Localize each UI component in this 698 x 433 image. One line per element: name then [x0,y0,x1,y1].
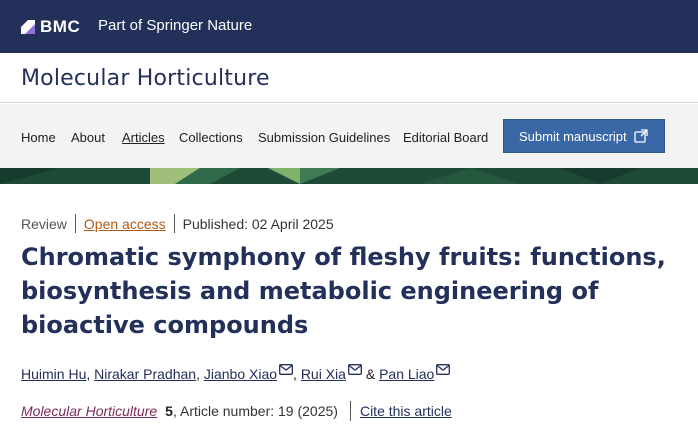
author-link[interactable]: Jianbo Xiao [204,366,277,382]
article-title: Chromatic symphony of fleshy fruits: fun… [21,243,666,339]
nav-submission-guidelines[interactable]: Submission Guidelines [258,130,390,146]
author-separator: , [293,366,301,382]
external-link-icon [634,129,648,143]
springer-nature-link[interactable]: Part of Springer Nature [98,17,252,35]
author-link[interactable]: Huimin Hu [21,366,86,382]
journal-nav: Home About Articles Collections Submissi… [0,104,698,168]
nav-about[interactable]: About [71,130,105,146]
mail-icon[interactable] [348,361,362,375]
meta-divider [74,214,76,233]
author-separator: & [361,366,380,382]
author-separator: , [196,366,204,382]
nav-home[interactable]: Home [21,130,56,146]
open-access-link[interactable]: Open access [84,215,166,233]
article-meta: Review Open access Published: 02 April 2… [21,214,334,233]
citation-article-number: , Article number: 19 (2025) [172,403,338,419]
citation-journal-link[interactable]: Molecular Horticulture [21,402,157,420]
mail-icon[interactable] [436,361,451,375]
journal-band: Molecular Horticulture [0,53,698,103]
citation-volume: 5 [165,403,173,419]
submit-manuscript-label: Submit manuscript [519,128,627,144]
author-link[interactable]: Pan Liao [379,366,434,382]
author-list: Huimin Hu, Nirakar Pradhan, Jianbo Xiao,… [21,361,451,383]
author-link[interactable]: Rui Xia [301,366,346,382]
banner-pattern [0,168,698,184]
nav-editorial-board[interactable]: Editorial Board [403,130,488,146]
nav-articles[interactable]: Articles [122,130,165,146]
citation-line: Molecular Horticulture 5 , Article numbe… [21,401,452,421]
decorative-banner [0,168,698,184]
mail-icon[interactable] [279,361,293,375]
bmc-logo[interactable]: BMC [21,17,80,37]
author-link[interactable]: Nirakar Pradhan [94,366,196,382]
author-separator: , [86,366,95,382]
meta-divider [173,214,175,233]
cite-this-article-link[interactable]: Cite this article [360,402,452,420]
journal-title[interactable]: Molecular Horticulture [21,66,270,91]
bmc-logo-text: BMC [40,17,81,36]
bmc-logo-icon [21,20,35,34]
brand-bar: BMC Part of Springer Nature [0,0,698,53]
submit-manuscript-button[interactable]: Submit manuscript [503,119,665,153]
nav-collections[interactable]: Collections [179,130,243,146]
article-type: Review [21,215,67,232]
published-date: Published: 02 April 2025 [182,215,334,232]
citation-divider [349,401,351,421]
